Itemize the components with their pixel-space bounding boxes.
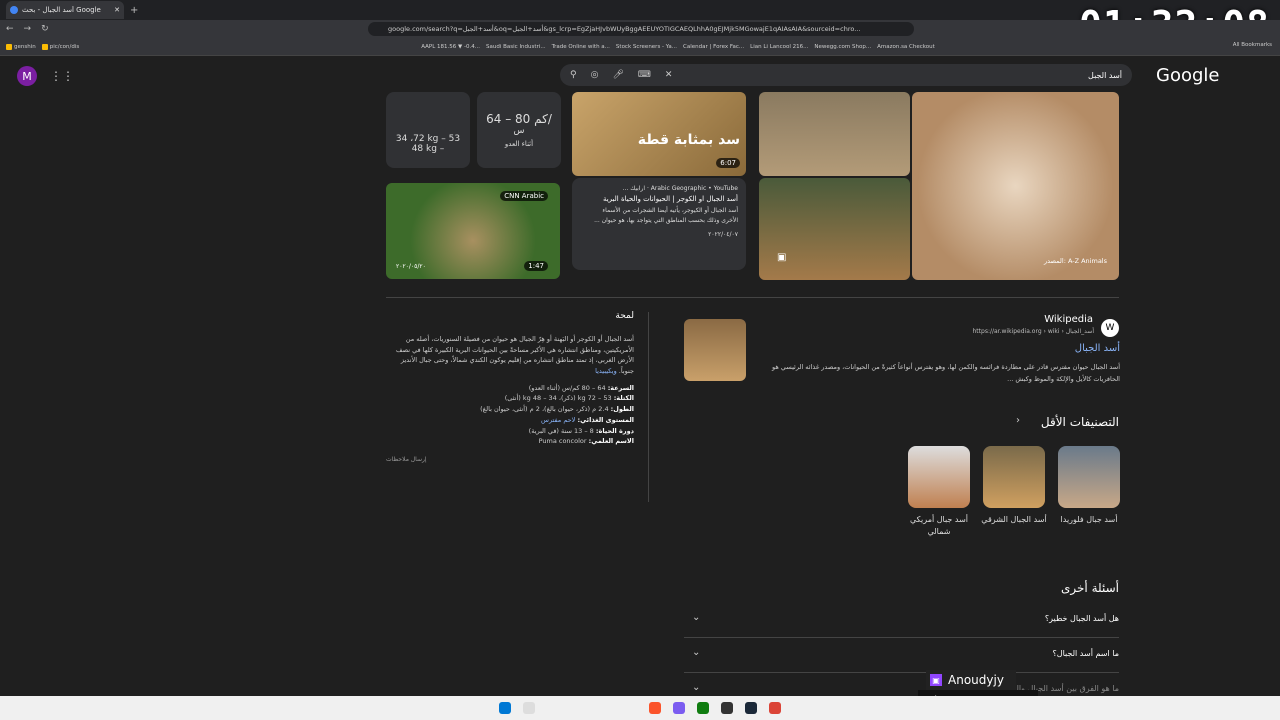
bookmark-item[interactable]: Newegg.com Shop... (814, 44, 871, 50)
bookmark-item[interactable]: genshin (6, 43, 36, 50)
fact-row: السرعة: 64 – 80 كم/س (أثناء العدو) (528, 383, 634, 392)
mass-card[interactable]: 34 ،72 kg – 53 48 kg – (386, 92, 470, 168)
wikipedia-link[interactable]: ويكيبيديا (595, 367, 617, 375)
wiki-url: https://ar.wikipedia.org › wiki › أسد_ال… (972, 328, 1095, 335)
epic-icon[interactable] (721, 702, 733, 714)
wiki-description: أسد الجبال حيوان مفترس قادر على مطاردة ف… (772, 363, 1120, 383)
fact-row: الطول: 2.4 م (ذكر، حيوان بالغ)، 2 م (أنث… (480, 405, 634, 414)
fact-row: دورة الحياة: 8 – 13 سنة (في البرية) (528, 426, 634, 435)
divider (386, 297, 1119, 298)
xbox-icon[interactable] (697, 702, 709, 714)
image-search-icon[interactable]: ▣ (777, 252, 786, 263)
overview-panel: لمحة أسد الجبال أو الكوجر أو البَهنة أو … (386, 309, 634, 465)
chevron-right-icon[interactable]: › (1016, 415, 1020, 426)
chrome-icon[interactable] (769, 702, 781, 714)
taskbar (0, 696, 1280, 720)
close-tab-icon[interactable]: ✕ (114, 6, 120, 14)
cougar-image-1[interactable] (759, 92, 910, 176)
class-label-2[interactable]: أسد الجبال الشرقي (979, 514, 1049, 526)
facts-list: السرعة: 64 – 80 كم/س (أثناء العدو) الكتل… (386, 383, 634, 447)
search-icon[interactable] (523, 702, 535, 714)
wiki-site-name: Wikipedia (1044, 314, 1093, 325)
bookmark-item[interactable]: Stock Screeners - Ya... (616, 44, 677, 50)
address-bar-row: ← → ↻ google.com/search?q=أسد+الجبل&oq=أ… (0, 20, 1280, 38)
natgeo-video-card[interactable]: Arabic Geographic • YouTube · ارابيك ...… (572, 178, 746, 270)
forward-icon[interactable]: → (24, 24, 32, 34)
classifications-heading: التصنيفات الأقل (1040, 415, 1119, 429)
bookmark-item[interactable]: pic/con/dis (41, 43, 79, 50)
bookmark-item[interactable]: Calendar | Forex Fac... (683, 44, 744, 50)
class-thumb-3[interactable] (908, 446, 970, 508)
reload-icon[interactable]: ↻ (41, 24, 49, 34)
cnn-video-thumbnail[interactable]: CNN Arabic 1:47 ٢٠٢٠/٠٥/٢٠ (386, 183, 560, 279)
mic-icon[interactable]: 🎤︎ (612, 70, 623, 80)
class-label-3[interactable]: أسد جبال أمريكي شمالي (904, 514, 974, 538)
cougar-image-2[interactable]: ▣ (759, 178, 910, 280)
chevron-down-icon[interactable]: ⌄ (692, 612, 700, 623)
browser-tab[interactable]: أسد الجبال - بحث Google ✕ (6, 1, 124, 19)
cougar-face-image[interactable]: المصدر: A-Z Animals (912, 92, 1119, 280)
brave-icon[interactable] (649, 702, 661, 714)
bookmarks-bar: genshin pic/con/dis AAPL 181.56 ▼ -0.4..… (0, 38, 1280, 56)
faq-item[interactable]: ⌄ ما اسم أسد الجبال؟ (684, 639, 1119, 673)
class-thumb-2[interactable] (983, 446, 1045, 508)
chevron-down-icon[interactable]: ⌄ (692, 647, 700, 658)
faq-item[interactable]: ⌄ هل أسد الجبال خطير؟ (684, 604, 1119, 638)
search-icon[interactable]: ⚲ (570, 70, 577, 80)
tab-title: أسد الجبال - بحث Google (22, 6, 101, 14)
fact-row: الاسم العلمي: Puma concolor (538, 437, 634, 446)
bookmark-item[interactable]: AAPL 181.56 ▼ -0.4... (421, 44, 480, 50)
class-label-1[interactable]: أسد جبال فلوريدا (1054, 514, 1124, 526)
overview-heading: لمحة (615, 311, 634, 321)
twitch-icon: ▣ (930, 674, 942, 686)
keyboard-icon[interactable]: ⌨ (638, 70, 651, 80)
wiki-result-title[interactable]: أسد الجبال (1000, 343, 1120, 354)
new-tab-icon[interactable]: + (130, 5, 138, 16)
avatar[interactable]: M (17, 66, 37, 86)
search-input[interactable]: أسد الجبل (1088, 71, 1122, 80)
feedback-link[interactable]: إرسال ملاحظات (386, 455, 634, 465)
faq-heading: أسئلة أخرى (1061, 581, 1119, 595)
url-field[interactable]: google.com/search?q=أسد+الجبل&oq=أسد+الج… (368, 22, 914, 36)
folder-icon (41, 43, 48, 50)
streamer-overlay: ▣ Anoudyjy (926, 670, 1016, 690)
speed-card[interactable]: 64 – 80 كم/ س أثناء العدو (477, 92, 561, 168)
overview-paragraph: أسد الجبال أو الكوجر أو البَهنة أو هِرّ … (395, 334, 634, 375)
google-favicon-icon (10, 6, 18, 14)
search-box[interactable]: ⚲ ◎ 🎤︎ ⌨ ✕ أسد الجبل (560, 64, 1132, 86)
results: 34 ،72 kg – 53 48 kg – 64 – 80 كم/ س أثن… (0, 92, 1280, 696)
all-bookmarks[interactable]: All Bookmarks (1233, 42, 1272, 48)
bookmark-item[interactable]: Trade Online with a... (552, 44, 610, 50)
windows-start-icon[interactable] (499, 702, 511, 714)
vertical-divider (648, 312, 649, 502)
wiki-thumbnail[interactable] (684, 319, 746, 381)
back-icon[interactable]: ← (6, 24, 14, 34)
bookmark-item[interactable]: Amazon.sa Checkout (877, 44, 935, 50)
wikipedia-icon: W (1101, 319, 1119, 337)
folder-icon (6, 43, 12, 50)
class-thumb-1[interactable] (1058, 446, 1120, 508)
apps-grid-icon[interactable]: ⋮⋮ (50, 69, 74, 83)
google-logo[interactable]: Google (1156, 65, 1219, 86)
google-header: M ⋮⋮ ⚲ ◎ 🎤︎ ⌨ ✕ أسد الجبل Google (0, 57, 1280, 95)
fact-row: الكتلة: 53 – 72 kg (ذكر)، 34 – 48 kg (أن… (504, 394, 634, 403)
natgeo-video-thumbnail[interactable]: سد بمثابة قطة 6:07 (572, 92, 746, 176)
app-icon[interactable] (673, 702, 685, 714)
lens-icon[interactable]: ◎ (591, 70, 599, 80)
bookmark-item[interactable]: Saudi Basic Industri... (486, 44, 546, 50)
fact-row: المستوى الغذائي: لاحم مفترس (541, 415, 634, 424)
steam-icon[interactable] (745, 702, 757, 714)
bookmark-item[interactable]: Lian Li Lancool 216... (750, 44, 808, 50)
chevron-down-icon[interactable]: ⌄ (692, 682, 700, 693)
faq-item[interactable]: ⌄ ما هو الفرق بين أسد الجبال والموس... (684, 674, 1119, 696)
clear-icon[interactable]: ✕ (665, 70, 673, 80)
